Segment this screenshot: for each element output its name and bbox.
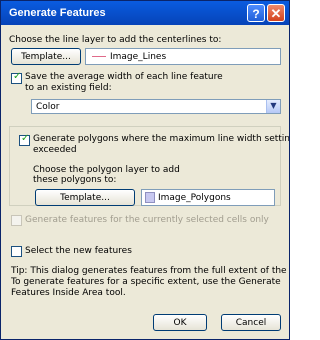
width-field-value: Color <box>36 102 60 112</box>
save-width-label-1: Save the average width of each line feat… <box>25 72 223 82</box>
line-swatch-icon <box>92 56 106 57</box>
polygon-layer-value: Image_Polygons <box>158 193 231 203</box>
generate-polygons-label-1: Generate polygons where the maximum line… <box>33 134 290 144</box>
width-field-select[interactable]: Color ▼ <box>31 99 281 114</box>
polygon-template-button[interactable]: Template... <box>35 189 135 206</box>
dialog-content: Choose the line layer to add the centerl… <box>1 25 289 339</box>
generate-features-dialog: Generate Features ? ✕ Choose the line la… <box>0 0 290 340</box>
help-button[interactable]: ? <box>247 4 265 22</box>
chevron-down-icon[interactable]: ▼ <box>266 100 280 113</box>
save-width-label-2: to an existing field: <box>25 83 112 93</box>
tip-line-2: To generate features for a specific exte… <box>11 277 281 287</box>
tip-line-3: Features Inside Area tool. <box>11 288 126 298</box>
line-layer-prompt: Choose the line layer to add the centerl… <box>9 35 222 45</box>
polygon-layer-field[interactable]: Image_Polygons <box>141 189 275 206</box>
close-button[interactable]: ✕ <box>267 4 285 22</box>
generate-polygons-label-2: exceeded <box>33 145 77 155</box>
select-new-label: Select the new features <box>25 246 132 256</box>
dialog-title: Generate Features <box>9 7 106 19</box>
save-width-checkbox[interactable] <box>11 71 22 84</box>
ok-button[interactable]: OK <box>153 314 207 331</box>
line-template-button[interactable]: Template... <box>11 48 81 65</box>
tip-line-1: Tip: This dialog generates features from… <box>11 266 290 276</box>
select-new-checkbox[interactable] <box>11 246 22 257</box>
title-bar[interactable]: Generate Features ? ✕ <box>1 1 289 25</box>
polygon-layer-prompt-2: these polygons to: <box>33 175 117 185</box>
line-layer-field[interactable]: Image_Lines <box>85 48 281 65</box>
generate-polygons-checkbox[interactable] <box>19 133 30 146</box>
selected-cells-label: Generate features for the currently sele… <box>25 215 269 225</box>
selected-cells-checkbox[interactable] <box>11 215 22 226</box>
line-layer-value: Image_Lines <box>110 52 167 62</box>
cancel-button[interactable]: Cancel <box>221 314 281 331</box>
polygon-swatch-icon <box>145 192 155 203</box>
